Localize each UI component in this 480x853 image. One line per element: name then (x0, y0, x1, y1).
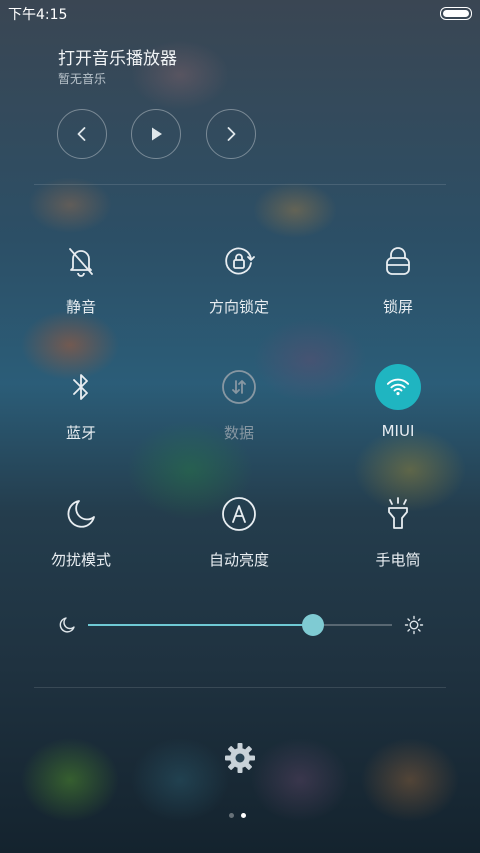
toggle-lock-screen[interactable]: 锁屏 (328, 238, 468, 317)
brightness-thumb[interactable] (301, 614, 324, 636)
play-button[interactable] (131, 109, 181, 159)
gear-icon[interactable] (223, 741, 257, 775)
battery-icon (440, 7, 472, 20)
mobile-data-icon (216, 364, 262, 410)
toggle-mute[interactable]: 静音 (11, 238, 151, 317)
chevron-left-icon (77, 127, 86, 141)
toggle-label: 数据 (223, 424, 254, 442)
divider-top (34, 184, 446, 185)
toggle-label: 静音 (65, 298, 96, 316)
toggle-wifi[interactable]: MIUI (328, 364, 468, 440)
toggle-do-not-disturb[interactable]: 勿扰模式 (11, 491, 151, 570)
page-dot (229, 813, 234, 818)
music-player-title[interactable]: 打开音乐播放器 (58, 44, 177, 69)
moon-small-icon (59, 617, 75, 633)
toggle-bluetooth[interactable]: 蓝牙 (11, 364, 151, 443)
flashlight-icon (375, 491, 421, 537)
toggle-flashlight[interactable]: 手电筒 (328, 491, 468, 570)
toggle-label: 方向锁定 (208, 298, 269, 316)
play-icon (152, 127, 162, 141)
brightness-track[interactable] (88, 614, 392, 636)
toggle-label: 锁屏 (382, 298, 413, 316)
status-time: 下午4:15 (8, 7, 68, 23)
toggle-mobile-data[interactable]: 数据 (169, 364, 309, 443)
status-bar: 下午4:15 (0, 0, 480, 26)
music-subtitle: 暂无音乐 (58, 72, 107, 86)
toggle-label: 勿扰模式 (50, 551, 111, 569)
bluetooth-icon (58, 364, 104, 410)
brightness-fill (88, 624, 313, 626)
lock-icon (375, 238, 421, 284)
toggle-label: MIUI (381, 422, 415, 440)
toggle-rotation-lock[interactable]: 方向锁定 (169, 238, 309, 317)
next-track-button[interactable] (206, 109, 256, 159)
moon-icon (58, 491, 104, 537)
wifi-icon (375, 364, 421, 410)
divider-bottom (34, 687, 446, 688)
sun-icon (404, 615, 424, 635)
rotation-lock-icon (216, 238, 262, 284)
toggle-auto-brightness[interactable]: 自动亮度 (169, 491, 309, 570)
toggle-label: 自动亮度 (208, 551, 269, 569)
toggle-label: 手电筒 (375, 551, 421, 569)
page-dot-active (241, 813, 246, 818)
page-indicator (229, 813, 246, 818)
chevron-right-icon (227, 127, 236, 141)
bell-off-icon (58, 238, 104, 284)
auto-brightness-icon (216, 491, 262, 537)
toggle-label: 蓝牙 (65, 424, 96, 442)
brightness-slider[interactable] (58, 612, 424, 638)
previous-track-button[interactable] (57, 109, 107, 159)
